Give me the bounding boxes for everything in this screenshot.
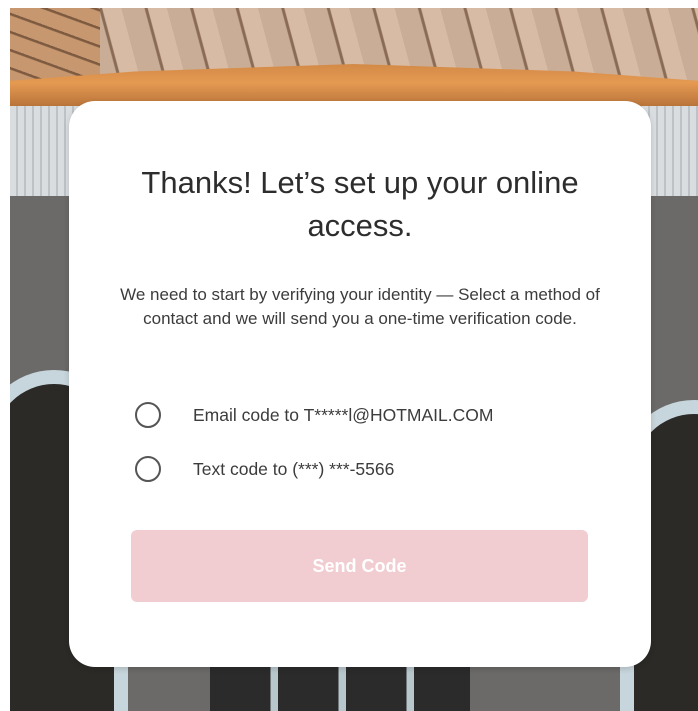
background-door [210, 660, 470, 711]
email-option-label[interactable]: Email code to T*****l@HOTMAIL.COM [193, 405, 493, 426]
text-option[interactable]: Text code to (***) ***-5566 [135, 452, 394, 486]
text-radio-button[interactable] [135, 456, 161, 482]
page-title: Thanks! Let’s set up your online access. [141, 165, 579, 243]
verification-card: Thanks! Let’s set up your online access.… [69, 101, 651, 667]
email-option[interactable]: Email code to T*****l@HOTMAIL.COM [135, 398, 493, 432]
email-radio-button[interactable] [135, 402, 161, 428]
background-sky [10, 0, 698, 8]
instructions-text: We need to start by verifying your ident… [120, 285, 600, 328]
send-code-button[interactable]: Send Code [131, 530, 588, 602]
text-option-label[interactable]: Text code to (***) ***-5566 [193, 459, 394, 480]
